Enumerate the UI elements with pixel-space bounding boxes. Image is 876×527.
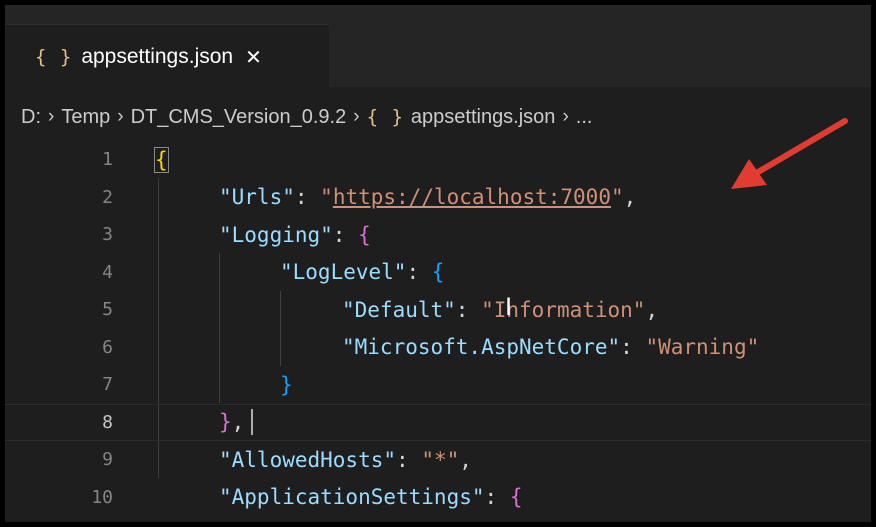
colon: :	[620, 335, 646, 360]
json-key: "LogLevel"	[280, 260, 407, 285]
code-text: "LogLevel": {	[280, 260, 444, 284]
chevron-right-icon: ›	[117, 106, 124, 127]
code-line: 9 "AllowedHosts": "*",	[5, 441, 871, 479]
comma: ,	[459, 447, 472, 472]
breadcrumb: D: › Temp › DT_CMS_Version_0.9.2 › { } a…	[21, 102, 592, 132]
code-text: "Microsoft.AspNetCore": "Warning"	[342, 335, 759, 359]
json-braces-icon: { }	[366, 106, 404, 128]
colon: :	[484, 485, 510, 510]
code-text: "Default": "Information",	[342, 298, 658, 322]
colon: :	[396, 447, 422, 472]
text-cursor	[251, 409, 253, 435]
json-key: "Default"	[342, 297, 456, 322]
breadcrumb-folder-version[interactable]: DT_CMS_Version_0.9.2	[131, 106, 347, 129]
string-quote: "	[610, 185, 624, 210]
chevron-right-icon: ›	[353, 106, 360, 127]
colon: :	[406, 260, 432, 285]
json-key: "ApplicationSettings"	[219, 485, 485, 510]
code-line: 6 "Microsoft.AspNetCore": "Warning"	[5, 329, 871, 367]
comma: ,	[645, 297, 659, 322]
code-text: }	[280, 373, 293, 397]
line-number: 7	[102, 374, 113, 396]
code-text: "Logging": {	[219, 223, 371, 247]
line-number: 6	[102, 336, 113, 358]
comma: ,	[231, 410, 245, 435]
json-key: "Logging"	[219, 222, 333, 247]
tab-appsettings[interactable]: { } appsettings.json ✕	[5, 24, 329, 88]
string-quote: "	[320, 185, 333, 210]
json-braces-icon: { }	[35, 45, 73, 68]
code-text: "Urls": "https://localhost:7000",	[219, 185, 636, 209]
close-icon[interactable]: ✕	[245, 45, 262, 69]
breadcrumb-folder-temp[interactable]: Temp	[61, 106, 110, 129]
code-line: 3 "Logging": {	[5, 216, 871, 254]
code-line: 5 "Default": "Information",	[5, 291, 871, 329]
code-line-active: 8 },	[5, 403, 871, 441]
code-editor[interactable]: 1 { 2 "Urls": "https://localhost:7000", …	[5, 141, 871, 522]
colon: :	[332, 222, 359, 247]
ibeam-pointer-icon: I	[505, 293, 513, 321]
chevron-right-icon: ›	[562, 106, 569, 127]
bracket-close: }	[280, 372, 293, 397]
breadcrumb-file[interactable]: appsettings.json	[411, 106, 556, 129]
json-string-value: "Warning"	[645, 335, 760, 360]
colon: :	[294, 185, 321, 210]
breadcrumb-drive[interactable]: D:	[21, 106, 41, 129]
line-number: 3	[102, 224, 113, 246]
tab-bar: { } appsettings.json ✕	[5, 5, 871, 88]
line-number: 4	[102, 261, 113, 283]
code-text: },	[219, 410, 244, 434]
line-number: 1	[102, 149, 113, 171]
tab-label: appsettings.json	[81, 44, 234, 68]
json-key: "AllowedHosts"	[219, 447, 397, 472]
code-text: "AllowedHosts": "*",	[219, 448, 472, 472]
colon: :	[455, 297, 482, 322]
url-link[interactable]: https://localhost:7000	[333, 185, 611, 209]
code-line: 10 "ApplicationSettings": {	[5, 479, 871, 517]
json-key: "Microsoft.AspNetCore"	[342, 335, 621, 360]
red-arrow-icon	[731, 118, 848, 189]
line-number: 8	[102, 411, 113, 433]
code-line: 4 "LogLevel": {	[5, 254, 871, 292]
bracket-open: {	[431, 260, 445, 285]
editor-window: { } appsettings.json ✕ D: › Temp › DT_CM…	[5, 5, 871, 522]
line-number: 10	[91, 486, 113, 508]
bracket-open: {	[358, 222, 371, 247]
line-number: 2	[102, 186, 113, 208]
code-text: {	[154, 146, 169, 173]
bracket-close: }	[219, 410, 232, 435]
breadcrumb-symbols[interactable]: ...	[576, 106, 593, 129]
line-number: 5	[102, 299, 113, 321]
json-string-value: "*"	[421, 447, 460, 472]
code-text: "ApplicationSettings": {	[219, 485, 522, 509]
bracket-open: {	[154, 146, 169, 173]
line-number: 9	[102, 449, 113, 471]
bracket-open: {	[509, 485, 523, 510]
chevron-right-icon: ›	[48, 106, 55, 127]
comma: ,	[623, 185, 637, 210]
json-key: "Urls"	[219, 185, 295, 210]
code-line: 7 }	[5, 366, 871, 404]
